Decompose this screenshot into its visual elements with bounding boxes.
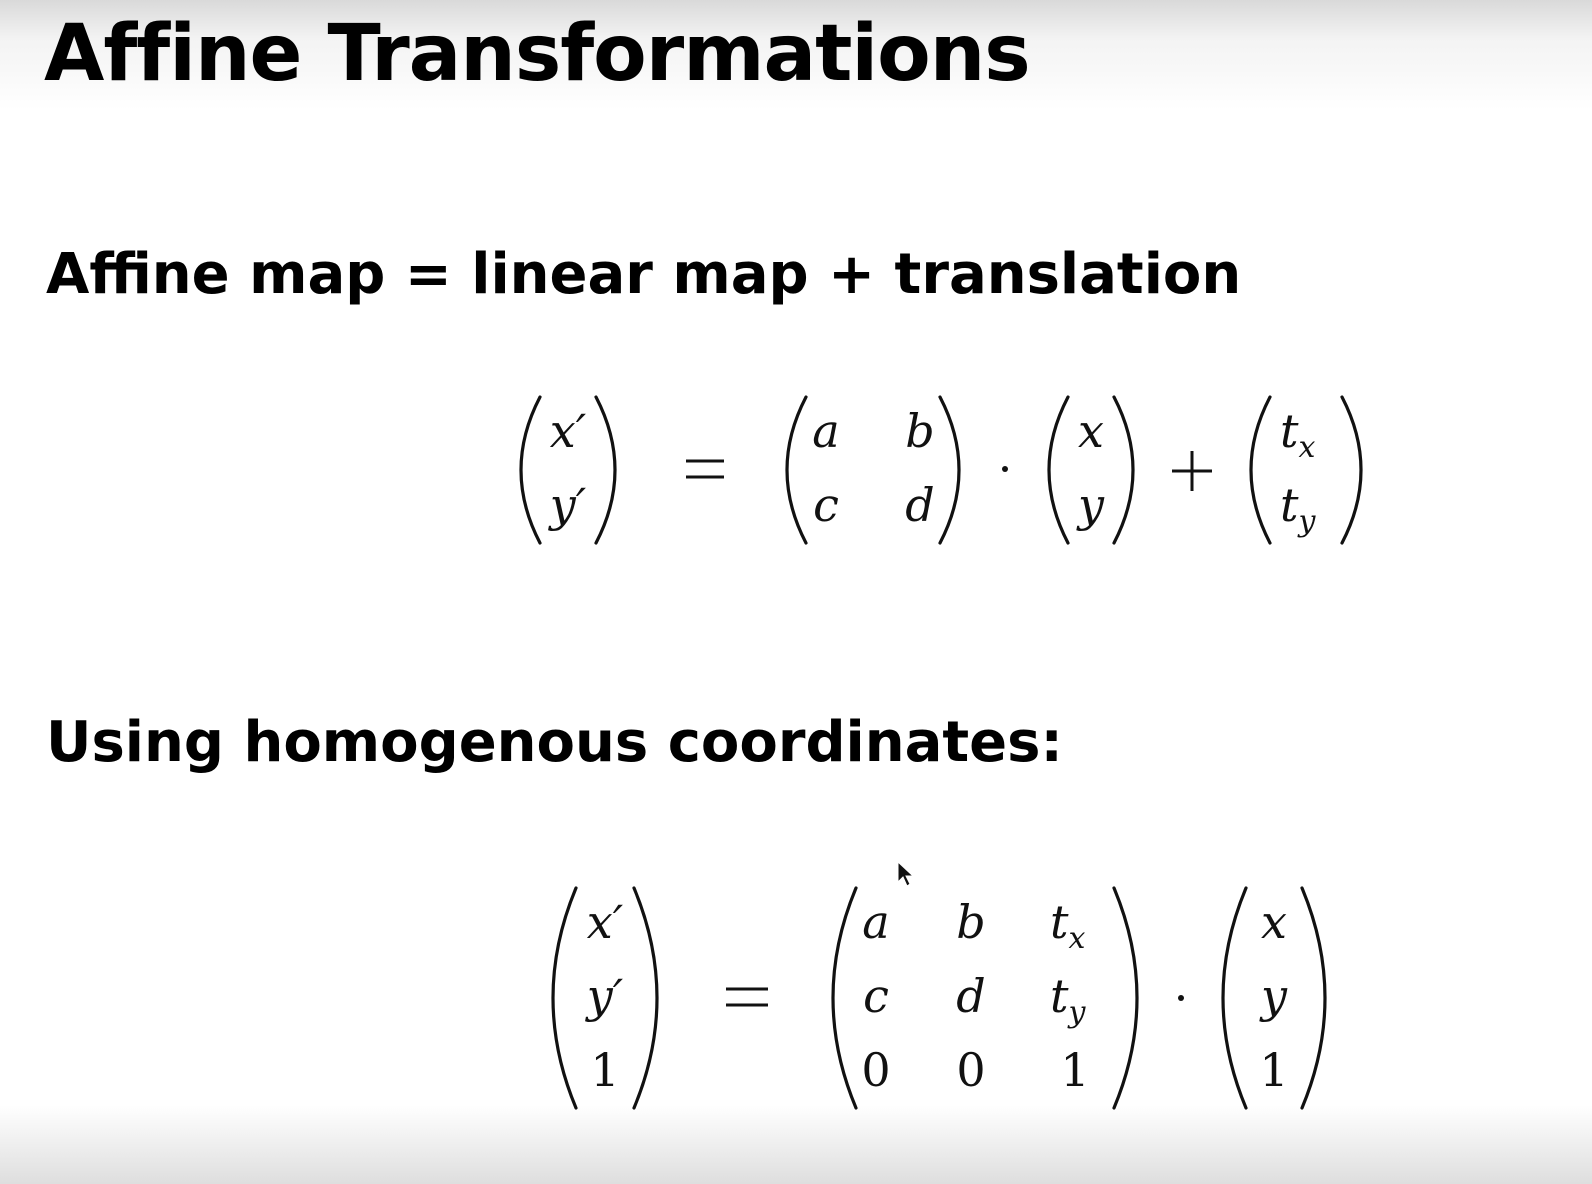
vector-right-paren — [1300, 886, 1327, 1110]
vector-entry: x — [1261, 895, 1287, 949]
lhs-entry: x′ — [587, 895, 624, 949]
matrix-entry: a — [862, 895, 889, 949]
matrix-right-paren — [938, 395, 961, 545]
matrix-entry: b — [956, 895, 985, 949]
equation-homogeneous: x′ y′ 1 a b tx c d ty 0 0 1 x y 1 — [551, 886, 1327, 1110]
translation-entry: tx — [1280, 404, 1316, 465]
lhs-entry: x′ — [550, 404, 587, 458]
heading-homogeneous: Using homogenous coordinates: — [46, 710, 1063, 775]
matrix-left-paren — [831, 886, 858, 1110]
matrix-left-paren — [785, 395, 808, 545]
vector-right-paren — [1112, 395, 1135, 545]
vector-entry: y — [1076, 478, 1105, 532]
matrix-entry: 0 — [861, 1043, 890, 1097]
matrix-entry: ty — [1050, 969, 1087, 1030]
matrix-entry: tx — [1050, 895, 1086, 956]
matrix-entry: 1 — [1060, 1043, 1089, 1097]
lhs-entry: y′ — [548, 478, 587, 532]
matrix-entry: c — [863, 969, 889, 1023]
slide-title: Affine Transformations — [44, 9, 1031, 99]
matrix-entry: d — [956, 969, 985, 1023]
lhs-left-paren — [551, 886, 578, 1110]
vector-entry: 1 — [1259, 1043, 1288, 1097]
matrix-entry: c — [813, 478, 839, 532]
equation-affine: x′ y′ a b c d x y tx ty — [519, 395, 1363, 545]
heading-affine-map: Affine map = linear map + translation — [46, 242, 1242, 307]
matrix-entry: b — [905, 404, 934, 458]
lhs-entry: y′ — [585, 969, 624, 1023]
lhs-entry: 1 — [590, 1043, 619, 1097]
dot-operator — [1002, 466, 1008, 472]
vector-left-paren — [1221, 886, 1248, 1110]
matrix-entry: a — [812, 404, 839, 458]
matrix-right-paren — [1112, 886, 1139, 1110]
lhs-left-paren — [519, 395, 542, 545]
lhs-right-paren — [594, 395, 617, 545]
matrix-entry: 0 — [956, 1043, 985, 1097]
vector-left-paren — [1047, 395, 1070, 545]
translation-right-paren — [1340, 395, 1363, 545]
matrix-entry: d — [905, 478, 934, 532]
vector-entry: y — [1259, 969, 1288, 1023]
translation-left-paren — [1249, 395, 1272, 545]
vector-entry: x — [1078, 404, 1104, 458]
dot-operator — [1178, 995, 1184, 1001]
mouse-pointer-icon — [897, 860, 915, 887]
translation-entry: ty — [1280, 478, 1317, 539]
lhs-right-paren — [632, 886, 659, 1110]
